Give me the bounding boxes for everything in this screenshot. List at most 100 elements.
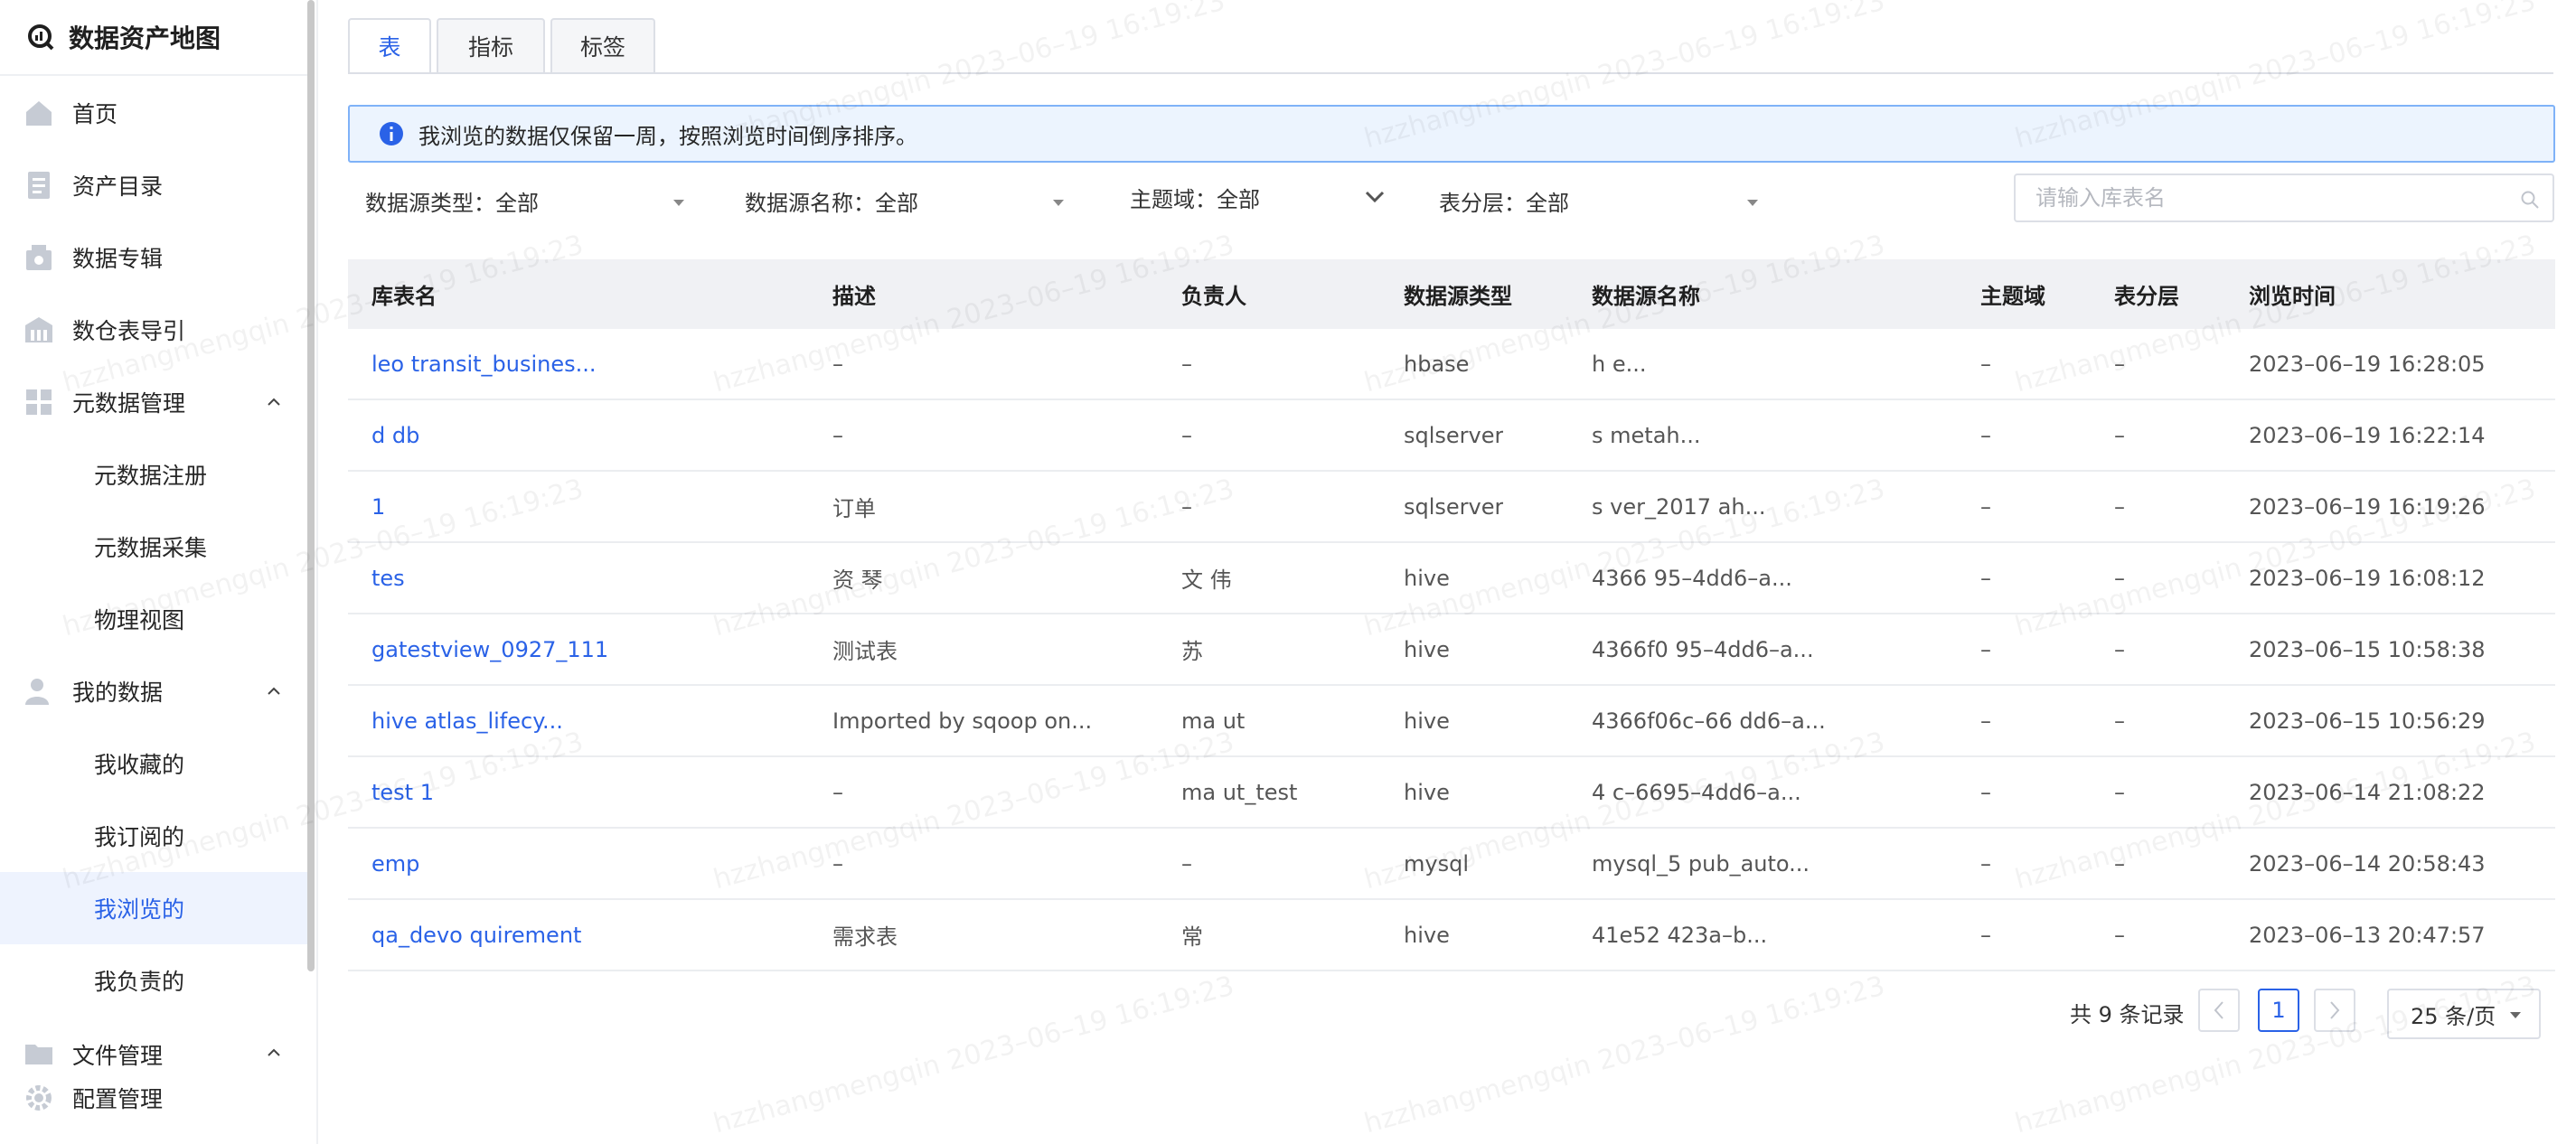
prev-page-button[interactable] — [2198, 989, 2240, 1032]
cell-owner: – — [1181, 493, 1192, 520]
sidebar-item-album[interactable]: 数据专辑 — [0, 221, 307, 294]
user-icon — [25, 679, 49, 705]
sidebar-item-home[interactable]: 首页 — [0, 77, 307, 149]
pagination-total: 共 9 条记录 — [2070, 1002, 2185, 1027]
cell-browse-time: 2023–06–14 21:08:22 — [2249, 779, 2486, 805]
cell-browse-time: 2023–06–15 10:58:38 — [2249, 636, 2486, 662]
cell-table-name[interactable]: test 1 — [371, 757, 434, 827]
sidebar-item-label: 数据专辑 — [72, 246, 164, 272]
sidebar-item-catalog[interactable]: 资产目录 — [0, 149, 307, 221]
page-size-select[interactable]: 25 条/页 — [2387, 989, 2541, 1039]
table-row[interactable]: d db – – sqlserver s metah... – – 2023–06–19 16… — [348, 400, 2555, 472]
metadata-icon — [26, 389, 52, 415]
source-name-filter[interactable]: 数据源名称：全部 — [745, 181, 1070, 220]
sidebar-item-my-data[interactable]: 我的数据 — [0, 655, 307, 727]
cell-source-name: 41e52 423a–b... — [1592, 922, 1768, 948]
cell-source-type: hive — [1404, 565, 1450, 591]
table-body: leo transit_busines... – – hbase h e... – – 202… — [348, 329, 2555, 971]
tab-tags[interactable]: 标签 — [550, 18, 655, 74]
cell-source-type: hive — [1404, 708, 1450, 734]
cell-subject: – — [1980, 708, 1991, 734]
sidebar-item-label: 数仓表导引 — [72, 318, 186, 344]
sidebar-item-metadata-collect[interactable]: 元数据采集 — [0, 511, 307, 583]
cell-source-type: hive — [1404, 779, 1450, 805]
cell-source-type: hive — [1404, 636, 1450, 662]
table-row[interactable]: tes 资 琴 文 伟 hive 4366 95–4dd6–a... – – 2023–06–… — [348, 543, 2555, 614]
cell-subject: – — [1980, 636, 1991, 662]
cell-source-type: sqlserver — [1404, 493, 1504, 520]
info-icon — [380, 122, 403, 145]
layer-filter[interactable]: 表分层：全部 — [1439, 181, 1764, 220]
cell-source-name: s ver_2017 ah... — [1592, 493, 1766, 520]
subject-filter-label: 主题域：全部 — [1130, 186, 1260, 212]
next-page-button[interactable] — [2314, 989, 2355, 1032]
table-row[interactable]: emp – – mysql mysql_5 pub_auto... – – 2023–06–1… — [348, 829, 2555, 900]
cell-layer: – — [2114, 779, 2125, 805]
header-layer: 表分层 — [2114, 284, 2179, 309]
sidebar-item-my-owned[interactable]: 我负责的 — [0, 944, 307, 1017]
chevron-up-icon — [268, 1048, 280, 1056]
cell-table-name[interactable]: d db — [371, 400, 419, 470]
table-search-input[interactable] — [2035, 183, 2505, 213]
sidebar-item-metadata-register[interactable]: 元数据注册 — [0, 438, 307, 511]
gear-icon — [26, 1085, 52, 1111]
table-row[interactable]: gatestview_0927_111 测试表 苏 hive 4366f0 95–4dd… — [348, 614, 2555, 686]
cell-table-name[interactable]: hive atlas_lifecy... — [371, 686, 563, 755]
cell-table-name[interactable]: leo transit_busines... — [371, 329, 597, 399]
cell-table-name[interactable]: emp — [371, 829, 419, 898]
catalog-icon — [28, 172, 50, 199]
table-row[interactable]: 1 订单 – sqlserver s ver_2017 ah... – – 2023–06–1… — [348, 472, 2555, 543]
watermark: hzzhangmengqin 2023–06–19 16:19:23 — [710, 970, 1238, 1140]
cell-table-name[interactable]: tes — [371, 543, 405, 613]
sidebar-item-label: 我负责的 — [94, 969, 185, 995]
table-row[interactable]: hive atlas_lifecy... Imported by sqoop on… — [348, 686, 2555, 757]
cell-subject: – — [1980, 779, 1991, 805]
cell-subject: – — [1980, 351, 1991, 377]
cell-description: – — [832, 351, 843, 377]
tab-table[interactable]: 表 — [348, 18, 431, 74]
sidebar-item-my-browsed[interactable]: 我浏览的 — [0, 872, 307, 944]
chevron-up-icon — [268, 398, 280, 406]
tab-metrics[interactable]: 指标 — [437, 18, 545, 74]
cell-subject: – — [1980, 922, 1991, 948]
page-1-button[interactable]: 1 — [2258, 989, 2299, 1032]
cell-description: – — [832, 850, 843, 877]
header-browse-time: 浏览时间 — [2249, 284, 2336, 309]
subject-filter[interactable]: 主题域：全部 — [1130, 177, 1392, 217]
sidebar-item-metadata[interactable]: 元数据管理 — [0, 366, 307, 438]
sidebar-item-my-subscriptions[interactable]: 我订阅的 — [0, 800, 307, 872]
cell-owner: ma ut — [1181, 708, 1246, 734]
cell-owner: – — [1181, 351, 1192, 377]
sidebar-item-label: 元数据注册 — [94, 463, 208, 489]
cell-table-name[interactable]: gatestview_0927_111 — [371, 614, 608, 684]
table-row[interactable]: test 1 – ma ut_test hive 4 c–6695–4dd6–a... –… — [348, 757, 2555, 829]
header-description: 描述 — [832, 284, 876, 309]
browse-history-table: 库表名 描述 负责人 数据源类型 数据源名称 主题域 表分层 浏览时间 leo … — [348, 259, 2555, 971]
cell-table-name[interactable]: qa_devo quirement — [371, 900, 581, 970]
cell-source-name: mysql_5 pub_auto... — [1592, 850, 1810, 877]
source-type-filter[interactable]: 数据源类型：全部 — [365, 181, 691, 220]
album-icon — [26, 245, 52, 270]
sidebar-item-warehouse[interactable]: 数仓表导引 — [0, 294, 307, 366]
sidebar-item-my-favorites[interactable]: 我收藏的 — [0, 727, 307, 800]
chevron-down-icon — [1365, 191, 1385, 203]
chevron-right-icon — [2330, 1001, 2340, 1019]
caret-down-icon — [2510, 1012, 2521, 1018]
app-title: 数据资产地图 — [69, 23, 221, 53]
sidebar-item-label: 我浏览的 — [94, 896, 185, 923]
header-owner: 负责人 — [1181, 284, 1246, 309]
cell-subject: – — [1980, 422, 1991, 448]
search-icon[interactable] — [2520, 190, 2540, 210]
cell-layer: – — [2114, 565, 2125, 591]
table-row[interactable]: leo transit_busines... – – hbase h e... – – 202… — [348, 329, 2555, 400]
cell-browse-time: 2023–06–19 16:19:26 — [2249, 493, 2486, 520]
cell-source-type: hive — [1404, 922, 1450, 948]
cell-layer: – — [2114, 422, 2125, 448]
cell-table-name[interactable]: 1 — [371, 472, 385, 541]
sidebar-scrollbar[interactable] — [307, 0, 315, 971]
sidebar-item-config[interactable]: 配置管理 — [0, 1062, 307, 1134]
header-table-name: 库表名 — [371, 284, 437, 309]
sidebar-item-physical-view[interactable]: 物理视图 — [0, 583, 307, 655]
cell-description: 需求表 — [832, 924, 898, 950]
table-row[interactable]: qa_devo quirement 需求表 常 hive 41e52 423a–b...… — [348, 900, 2555, 971]
